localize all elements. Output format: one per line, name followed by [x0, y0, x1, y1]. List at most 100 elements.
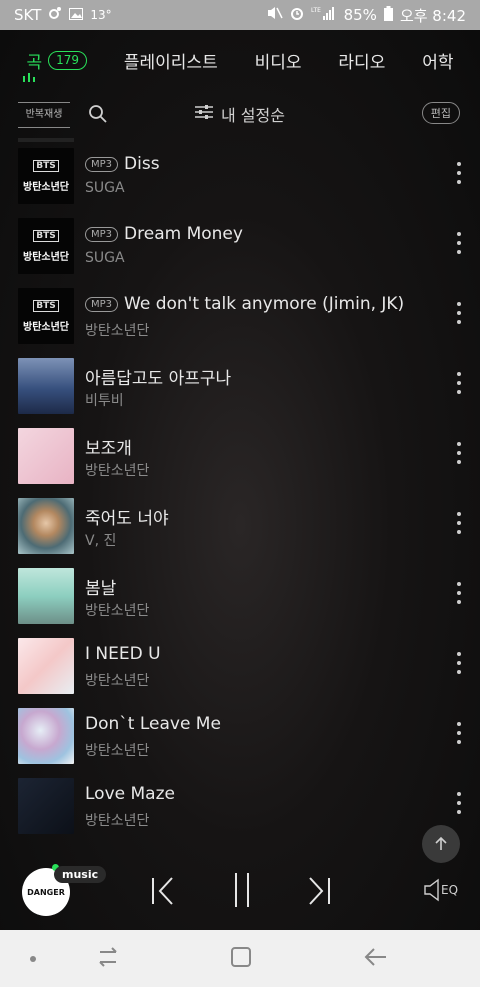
clock: 오후 8:42 — [399, 6, 466, 25]
song-title: 보조개 — [85, 439, 132, 459]
edit-button[interactable]: 편집 — [421, 102, 460, 124]
more-options-icon[interactable] — [456, 722, 462, 744]
song-title-wrap: MP3 We don't talk anymore (Jimin, JK) — [85, 294, 404, 314]
album-art: BTS 방탄소년단 — [18, 218, 74, 274]
song-title: Dream Money — [124, 224, 243, 244]
more-options-icon[interactable] — [456, 302, 462, 324]
tab-songs[interactable]: 곡 179 — [26, 48, 87, 73]
music-app: 곡 179 플레이리스트 비디오 라디오 어학 반복재생 내 설정순 편집 BT… — [0, 30, 480, 930]
song-row[interactable]: BTS 방탄소년단 MP3 Diss SUGA — [0, 148, 480, 218]
previous-track-icon[interactable] — [150, 876, 176, 910]
playing-indicator-icon — [22, 72, 38, 85]
album-art: BTS 방탄소년단 — [18, 148, 74, 204]
next-track-icon[interactable] — [306, 876, 332, 910]
more-options-icon[interactable] — [456, 162, 462, 184]
song-row[interactable]: BTS 방탄소년단 MP3 We don't talk anymore (Jimi… — [0, 288, 480, 358]
bts-art-text: 방탄소년단 — [23, 321, 69, 333]
android-nav-bar — [0, 930, 480, 987]
mini-player: DANGER music EQ — [0, 858, 480, 930]
more-options-icon[interactable] — [456, 512, 462, 534]
more-options-icon[interactable] — [456, 442, 462, 464]
song-title-wrap: MP3 Dream Money — [85, 224, 243, 244]
bts-art-text: 방탄소년단 — [23, 181, 69, 193]
song-title-wrap: MP3 Diss — [85, 154, 160, 174]
song-artist: 방탄소년단 — [85, 673, 150, 689]
album-art — [18, 708, 74, 764]
song-title: 봄날 — [85, 579, 117, 599]
song-title-wrap: Don`t Leave Me — [85, 714, 221, 734]
recent-apps-icon[interactable] — [96, 946, 120, 972]
bts-logo: BTS — [33, 299, 59, 312]
battery-percent: 85% — [343, 6, 377, 24]
song-row[interactable]: 아름답고도 아프구나 비투비 — [0, 358, 480, 428]
song-title-wrap: 아름답고도 아프구나 — [85, 364, 231, 389]
equalizer-button[interactable]: EQ — [424, 878, 458, 902]
album-art — [18, 568, 74, 624]
more-options-icon[interactable] — [456, 582, 462, 604]
song-list: BTS 방탄소년단 MP3 Diss SUGA BTS 방탄소년단 MP3 Drea… — [0, 138, 480, 848]
song-title: Don`t Leave Me — [85, 714, 221, 734]
song-artist: 방탄소년단 — [85, 813, 150, 829]
song-title-wrap: 죽어도 너야 — [85, 504, 169, 529]
carrier-label: SKT — [14, 6, 42, 24]
song-row[interactable]: BTS 방탄소년단 MP3 Dream Money SUGA — [0, 218, 480, 288]
sort-sliders-icon — [195, 104, 213, 124]
back-icon[interactable] — [364, 946, 388, 972]
album-art — [18, 428, 74, 484]
mp3-badge: MP3 — [85, 156, 119, 172]
song-artist: 방탄소년단 — [85, 743, 150, 759]
song-artist: 방탄소년단 — [85, 603, 150, 619]
song-row[interactable]: Love Maze 방탄소년단 — [0, 778, 480, 848]
tab-videos[interactable]: 비디오 — [255, 48, 302, 73]
song-artist: 방탄소년단 — [85, 323, 150, 339]
eq-label: EQ — [441, 883, 459, 897]
album-art — [18, 778, 74, 834]
song-title: 아름답고도 아프구나 — [85, 369, 232, 389]
more-options-icon[interactable] — [456, 372, 462, 394]
song-title-wrap: I NEED U — [85, 644, 161, 664]
alarm-icon — [290, 6, 304, 24]
more-options-icon[interactable] — [456, 652, 462, 674]
tab-language[interactable]: 어학 — [422, 48, 453, 73]
tab-radio[interactable]: 라디오 — [338, 48, 385, 73]
mute-icon — [267, 6, 283, 24]
tab-bar: 곡 179 플레이리스트 비디오 라디오 어학 — [0, 30, 480, 90]
bts-art-text: 방탄소년단 — [23, 251, 69, 263]
pause-icon[interactable] — [232, 872, 252, 912]
more-options-icon[interactable] — [456, 792, 462, 814]
song-artist: SUGA — [85, 180, 125, 196]
speaker-icon — [424, 878, 439, 902]
song-title: 죽어도 너야 — [85, 509, 169, 529]
song-row[interactable]: 봄날 방탄소년단 — [0, 568, 480, 638]
song-title: We don't talk anymore (Jimin, JK) — [124, 294, 405, 314]
search-icon[interactable] — [88, 104, 108, 128]
song-title-wrap: 봄날 — [85, 574, 116, 599]
bts-logo: BTS — [33, 159, 59, 172]
mp3-badge: MP3 — [85, 226, 119, 242]
song-title-wrap: 보조개 — [85, 434, 132, 459]
song-count-badge: 179 — [48, 50, 87, 70]
home-icon[interactable] — [230, 946, 252, 972]
tab-songs-label: 곡 — [26, 52, 43, 73]
album-art — [18, 498, 74, 554]
status-bar: SKT 13° LTE 85% 오후 8:42 — [0, 0, 480, 30]
song-artist: 비투비 — [85, 393, 124, 409]
song-row[interactable]: Don`t Leave Me 방탄소년단 — [0, 708, 480, 778]
album-art: BTS 방탄소년단 — [18, 288, 74, 344]
battery-icon — [383, 5, 393, 25]
music-badge: music — [54, 866, 107, 883]
sort-button[interactable]: 내 설정순 — [195, 102, 285, 126]
song-row[interactable]: 보조개 방탄소년단 — [0, 428, 480, 498]
album-art — [18, 638, 74, 694]
song-artist: 방탄소년단 — [85, 463, 150, 479]
song-row[interactable]: I NEED U 방탄소년단 — [0, 638, 480, 708]
bts-logo: BTS — [33, 229, 59, 242]
song-title-wrap: Love Maze — [85, 784, 175, 804]
tab-playlists[interactable]: 플레이리스트 — [124, 48, 218, 73]
song-row[interactable]: 죽어도 너야 V, 진 — [0, 498, 480, 568]
repeat-button[interactable]: 반복재생 — [18, 102, 70, 128]
mp3-badge: MP3 — [85, 296, 119, 312]
more-options-icon[interactable] — [456, 232, 462, 254]
nav-hide-dot[interactable] — [30, 956, 36, 962]
music-notif-icon — [48, 6, 62, 24]
